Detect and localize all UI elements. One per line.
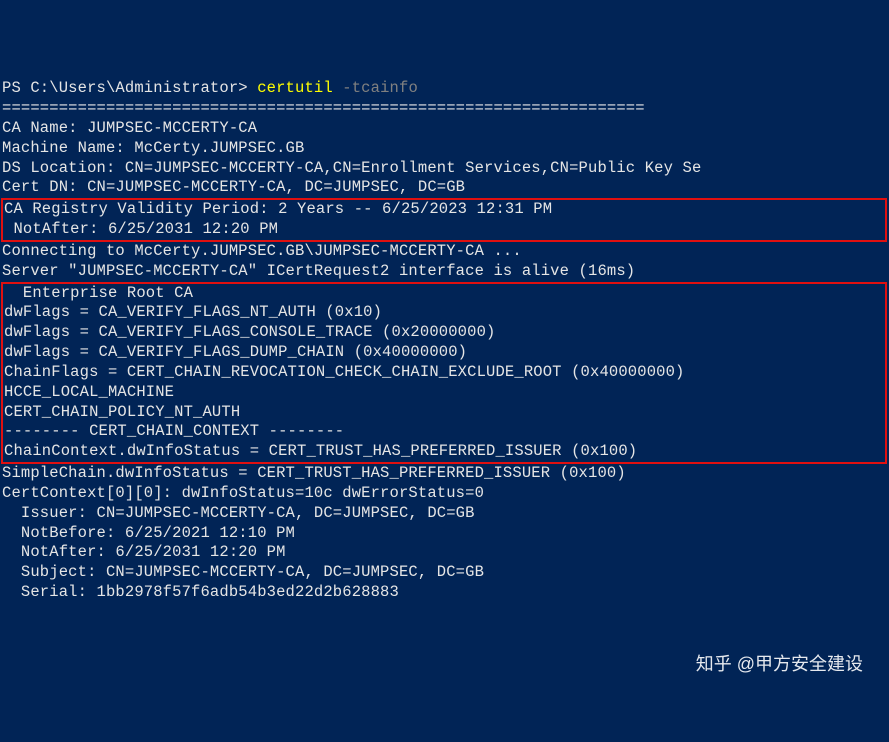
chain-context-info-line: ChainContext.dwInfoStatus = CERT_TRUST_H…	[4, 442, 884, 462]
cert-chain-policy-line: CERT_CHAIN_POLICY_NT_AUTH	[4, 403, 884, 423]
chainflags-line: ChainFlags = CERT_CHAIN_REVOCATION_CHECK…	[4, 363, 884, 383]
server-alive-line: Server "JUMPSEC-MCCERTY-CA" ICertRequest…	[2, 262, 887, 282]
command-name: certutil	[257, 79, 333, 97]
simple-chain-line: SimpleChain.dwInfoStatus = CERT_TRUST_HA…	[2, 464, 887, 484]
command-argument: -tcainfo	[333, 79, 418, 97]
prompt-line[interactable]: PS C:\Users\Administrator> certutil -tca…	[2, 79, 887, 99]
dwflags-line: dwFlags = CA_VERIFY_FLAGS_CONSOLE_TRACE …	[4, 323, 884, 343]
cert-dn-line: Cert DN: CN=JUMPSEC-MCCERTY-CA, DC=JUMPS…	[2, 178, 887, 198]
issuer-line: Issuer: CN=JUMPSEC-MCCERTY-CA, DC=JUMPSE…	[2, 504, 887, 524]
validity-highlight-box: CA Registry Validity Period: 2 Years -- …	[1, 198, 887, 242]
hcce-line: HCCE_LOCAL_MACHINE	[4, 383, 884, 403]
not-after-line: NotAfter: 6/25/2031 12:20 PM	[2, 543, 887, 563]
chain-context-header-line: -------- CERT_CHAIN_CONTEXT --------	[4, 422, 884, 442]
cert-context-line: CertContext[0][0]: dwInfoStatus=10c dwEr…	[2, 484, 887, 504]
dwflags-line: dwFlags = CA_VERIFY_FLAGS_NT_AUTH (0x10)	[4, 303, 884, 323]
enterprise-root-line: Enterprise Root CA	[4, 284, 884, 304]
watermark-text: 知乎 @甲方安全建设	[696, 653, 863, 676]
serial-line: Serial: 1bb2978f57f6adb54b3ed22d2b628883	[2, 583, 887, 603]
ds-location-line: DS Location: CN=JUMPSEC-MCCERTY-CA,CN=En…	[2, 159, 887, 179]
dwflags-line: dwFlags = CA_VERIFY_FLAGS_DUMP_CHAIN (0x…	[4, 343, 884, 363]
enterprise-root-highlight-box: Enterprise Root CAdwFlags = CA_VERIFY_FL…	[1, 282, 887, 464]
connecting-line: Connecting to McCerty.JUMPSEC.GB\JUMPSEC…	[2, 242, 887, 262]
machine-name-line: Machine Name: McCerty.JUMPSEC.GB	[2, 139, 887, 159]
not-before-line: NotBefore: 6/25/2021 12:10 PM	[2, 524, 887, 544]
prompt-path: PS C:\Users\Administrator>	[2, 79, 257, 97]
ca-name-line: CA Name: JUMPSEC-MCCERTY-CA	[2, 119, 887, 139]
validity-period-line: CA Registry Validity Period: 2 Years -- …	[4, 200, 884, 220]
not-after-line: NotAfter: 6/25/2031 12:20 PM	[4, 220, 884, 240]
subject-line: Subject: CN=JUMPSEC-MCCERTY-CA, DC=JUMPS…	[2, 563, 887, 583]
divider-line: ========================================…	[2, 99, 887, 119]
